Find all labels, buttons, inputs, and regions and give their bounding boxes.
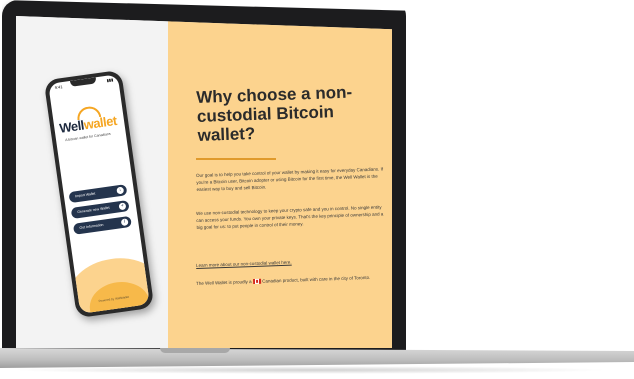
laptop-base (0, 348, 634, 368)
page-headline: Why choose a non-custodial Bitcoin walle… (196, 82, 353, 145)
headline-divider (196, 158, 276, 160)
get-information-label: Get Information (79, 222, 104, 231)
generate-wallet-label: Generate new Wallet (77, 205, 110, 215)
phone-notch (69, 77, 97, 87)
canada-flag-icon (252, 279, 261, 285)
info-icon: i (120, 218, 129, 227)
laptop-base-notch (160, 348, 230, 353)
download-icon: ↓ (116, 186, 125, 195)
laptop-shadow (10, 366, 610, 374)
canada-prefix: The Well Wallet is proudly a (196, 279, 252, 286)
phone-time: 9:41 (54, 84, 63, 91)
brand-accent: wallet (82, 112, 118, 133)
brand-main: Well (58, 117, 85, 136)
get-information-button[interactable]: Get Information i (72, 215, 132, 235)
plus-icon: + (118, 202, 127, 211)
signal-icon: ▮▮▮ (106, 76, 114, 83)
import-wallet-label: Import Wallet (74, 191, 96, 199)
